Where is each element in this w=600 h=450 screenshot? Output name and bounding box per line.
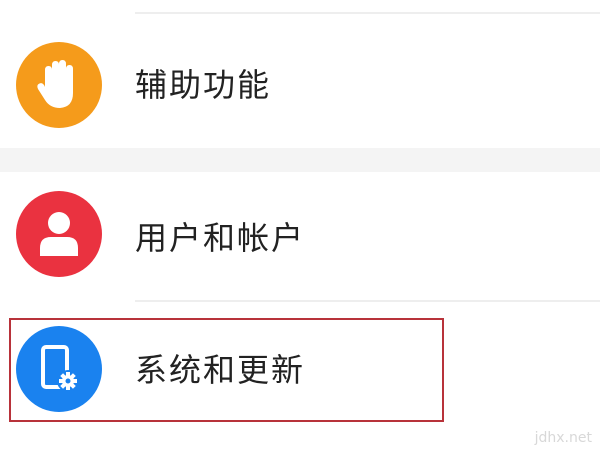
- phone-gear-icon: [16, 326, 102, 412]
- hand-icon: [16, 42, 102, 128]
- list-divider: [135, 12, 600, 14]
- settings-item-label: 用户和帐户: [135, 219, 306, 257]
- settings-item-system-updates[interactable]: 系统和更新: [0, 318, 600, 424]
- list-divider: [135, 300, 600, 302]
- settings-item-users-accounts[interactable]: 用户和帐户: [0, 183, 600, 289]
- user-icon: [16, 191, 102, 277]
- section-separator: [0, 148, 600, 172]
- settings-item-label: 系统和更新: [135, 351, 306, 389]
- settings-item-label: 辅助功能: [135, 66, 272, 104]
- watermark: jdhx.net: [534, 430, 592, 446]
- settings-item-accessibility[interactable]: 辅助功能: [0, 32, 600, 138]
